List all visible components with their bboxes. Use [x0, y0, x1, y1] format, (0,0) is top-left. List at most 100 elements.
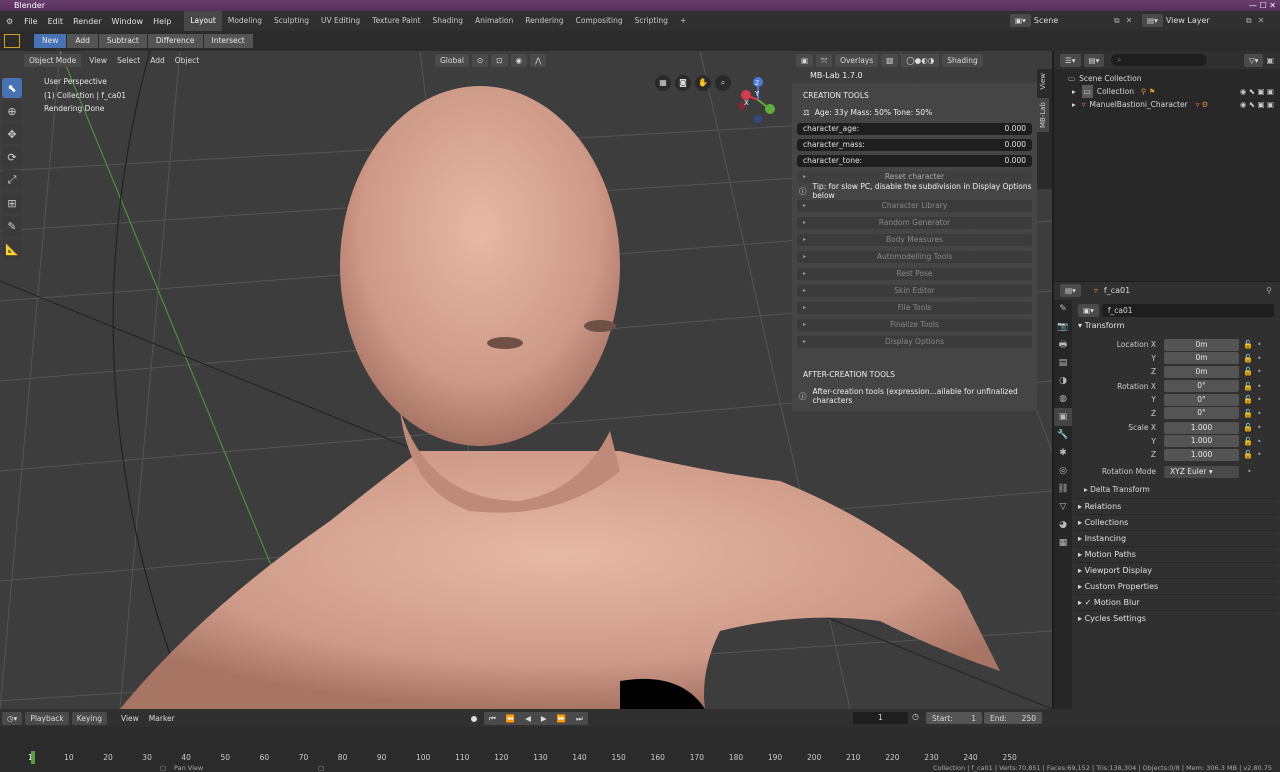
keyframe-dot-icon[interactable]: •	[1257, 340, 1262, 349]
snap-icon[interactable]: ⊡	[491, 54, 508, 67]
scene-collection-row[interactable]: ▭ Scene Collection	[1068, 72, 1280, 85]
scale-tool-icon[interactable]: ⤢	[2, 170, 22, 190]
texture-tab-icon[interactable]: ▦	[1054, 534, 1072, 552]
measure-tool-icon[interactable]: 📐	[2, 239, 22, 259]
playback-dropdown[interactable]: Playback	[25, 711, 69, 725]
keyframe-dot-icon[interactable]: •	[1247, 467, 1252, 476]
tab-shading[interactable]: Shading	[427, 11, 469, 31]
tab-view[interactable]: View	[1037, 69, 1049, 94]
cycles-settings-panel[interactable]: ▸ Cycles Settings	[1074, 609, 1278, 626]
keyframe-dot-icon[interactable]: •	[1257, 423, 1262, 432]
section-file-tools[interactable]: File Tools	[797, 302, 1032, 314]
view-layer-close-icon[interactable]: ✕	[1258, 16, 1265, 25]
menu-edit[interactable]: Edit	[43, 17, 69, 26]
rotation-x-field[interactable]: 0°	[1164, 380, 1239, 393]
menu-help[interactable]: Help	[148, 17, 176, 26]
lock-icon[interactable]: 🔓	[1243, 437, 1253, 446]
gizmo-icon[interactable]: ⤧	[816, 54, 833, 67]
new-collection-icon[interactable]: ▣	[1266, 56, 1274, 65]
xray-icon[interactable]: ▧	[881, 54, 899, 67]
particles-tab-icon[interactable]: ✱	[1054, 444, 1072, 462]
record-icon[interactable]	[468, 712, 480, 725]
current-frame-field[interactable]: 1	[853, 712, 908, 724]
data-tab-icon[interactable]: ▽	[1054, 498, 1072, 516]
display-mode-icon[interactable]: ▤▾	[1083, 53, 1105, 67]
properties-editor-type-icon[interactable]: ▤▾	[1060, 283, 1081, 297]
blender-logo-icon[interactable]: ⚙	[0, 17, 19, 26]
outliner-editor-type-icon[interactable]: ☰▾	[1060, 53, 1081, 67]
play-reverse-icon[interactable]: ◀	[520, 712, 536, 725]
section-skin-editor[interactable]: Skin Editor	[797, 285, 1032, 297]
bool-difference-button[interactable]: Difference	[147, 34, 203, 48]
keyframe-dot-icon[interactable]: •	[1257, 354, 1262, 363]
section-rest-pose[interactable]: Rest Pose	[797, 268, 1032, 280]
object-mode-dropdown[interactable]: Object Mode	[24, 53, 82, 67]
3d-viewport[interactable]: Object Mode View Select Add Object Globa…	[0, 51, 1052, 709]
keyframe-dot-icon[interactable]: •	[1257, 437, 1262, 446]
jump-end-icon[interactable]: ⏭	[571, 712, 588, 725]
lock-icon[interactable]: 🔓	[1243, 423, 1253, 432]
tab-animation[interactable]: Animation	[469, 11, 519, 31]
rotation-y-field[interactable]: 0°	[1164, 393, 1239, 406]
location-y-field[interactable]: 0m	[1164, 352, 1239, 365]
scene-add-icon[interactable]: ⧉	[1114, 16, 1120, 26]
scene-tab-icon[interactable]: ◑	[1054, 372, 1072, 390]
motion-blur-checkbox[interactable]: ✓	[1085, 598, 1092, 607]
lock-icon[interactable]: 🔓	[1243, 354, 1253, 363]
bool-new-button[interactable]: New	[34, 34, 67, 48]
object-visibility-icons[interactable]: ◉ ⬉ ▣ ▣	[1240, 98, 1274, 111]
lock-icon[interactable]: 🔓	[1243, 382, 1253, 391]
object-name-field[interactable]: f_ca01	[1101, 303, 1274, 317]
reset-character-button[interactable]: Reset character	[797, 171, 1032, 183]
section-finalize-tools[interactable]: Finalize Tools	[797, 319, 1032, 331]
constraints-tab-icon[interactable]: ⛓	[1054, 480, 1072, 498]
scene-selector[interactable]: ▣▾ Scene ⧉ ✕	[1010, 14, 1132, 27]
falloff-icon[interactable]: ⋀	[530, 54, 547, 67]
character-mass-field[interactable]: character_mass: 0.000	[797, 139, 1032, 151]
view-layer-name[interactable]: View Layer	[1166, 16, 1246, 25]
add-workspace-button[interactable]: +	[674, 11, 692, 31]
bool-add-button[interactable]: Add	[67, 34, 98, 48]
section-random-generator[interactable]: Random Generator	[797, 217, 1032, 229]
scene-close-icon[interactable]: ✕	[1126, 16, 1133, 25]
playhead[interactable]	[31, 751, 35, 765]
tab-compositing[interactable]: Compositing	[570, 11, 629, 31]
scale-z-field[interactable]: 1.000	[1164, 448, 1239, 461]
tab-texture-paint[interactable]: Texture Paint	[366, 11, 426, 31]
tab-sculpting[interactable]: Sculpting	[268, 11, 315, 31]
keyframe-dot-icon[interactable]: •	[1257, 409, 1262, 418]
tool-tab-icon[interactable]: ✎	[1054, 300, 1072, 318]
shading-dropdown[interactable]: Shading	[942, 54, 983, 67]
physics-tab-icon[interactable]: ◎	[1054, 462, 1072, 480]
view-object-types-icon[interactable]: ▣	[796, 54, 814, 67]
tab-rendering[interactable]: Rendering	[519, 11, 569, 31]
overlays-dropdown[interactable]: Overlays	[835, 54, 879, 67]
character-age-field[interactable]: character_age: 0.000	[797, 123, 1032, 135]
scale-x-field[interactable]: 1.000	[1164, 421, 1239, 434]
axis-gizmo[interactable]: Y X Z	[730, 75, 780, 125]
delta-transform-subpanel[interactable]: ▸ Delta Transform	[1074, 482, 1278, 498]
section-body-measures[interactable]: Body Measures	[797, 234, 1032, 246]
window-controls[interactable]: — ☐ ✕	[1249, 0, 1276, 11]
shading-modes-icon[interactable]: ◯●◐◑	[901, 54, 940, 67]
rotation-mode-dropdown[interactable]: XYZ Euler ▾	[1164, 465, 1239, 478]
collections-panel[interactable]: ▸ Collections	[1074, 513, 1278, 530]
timeline-editor-type-icon[interactable]: ◷▾	[2, 711, 23, 725]
proportional-edit-icon[interactable]: ◉	[510, 54, 528, 67]
tab-layout[interactable]: Layout	[184, 11, 222, 31]
view-layer-selector[interactable]: ▤▾ View Layer ⧉ ✕	[1142, 14, 1264, 27]
viewport-menu-object[interactable]: Object	[170, 56, 204, 65]
keyframe-dot-icon[interactable]: •	[1257, 382, 1262, 391]
render-tab-icon[interactable]: 📷	[1054, 318, 1072, 336]
pivot-icon[interactable]: ⊙	[471, 54, 489, 67]
play-icon[interactable]: ▶	[535, 712, 552, 725]
section-character-library[interactable]: Character Library	[797, 200, 1032, 212]
outliner-search-field[interactable]: ⌕	[1111, 54, 1208, 66]
scene-name[interactable]: Scene	[1034, 16, 1114, 25]
section-display-options[interactable]: Display Options	[797, 336, 1032, 348]
cursor-tool-icon[interactable]: ⊕	[2, 101, 22, 121]
expand-arrow-icon[interactable]: ▸	[1072, 85, 1076, 98]
filter-icon[interactable]: ▽▾	[1243, 53, 1264, 67]
expand-arrow-icon[interactable]: ▸	[1072, 98, 1076, 111]
motion-blur-panel[interactable]: ▸ ✓ Motion Blur	[1074, 593, 1278, 610]
